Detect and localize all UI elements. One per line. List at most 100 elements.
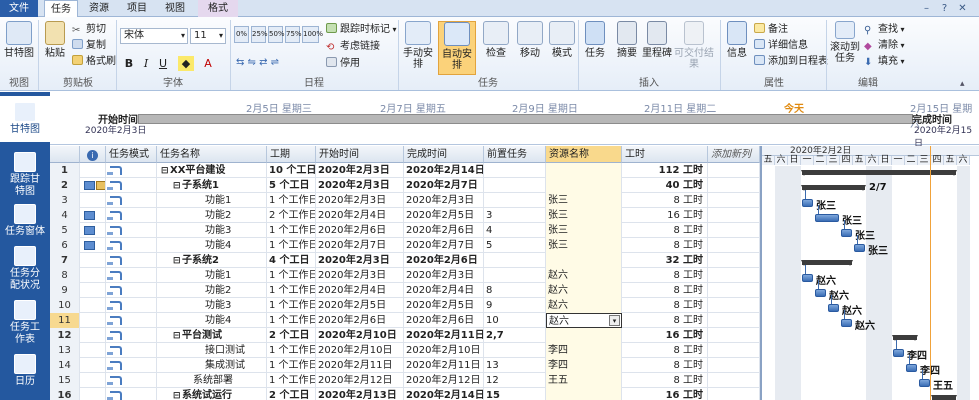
add-column-cell[interactable]	[708, 178, 760, 193]
dropdown-arrow-icon[interactable]: ▾	[609, 315, 620, 326]
table-row[interactable]: 10 功能3 1 个工作日 2020年2月5日 2020年2月5日 9 赵六 8 工时	[50, 298, 760, 313]
add-column-cell[interactable]	[708, 388, 760, 400]
finish-cell[interactable]: 2020年2月10日	[404, 343, 484, 358]
task-name-cell[interactable]: 功能4	[157, 313, 267, 328]
duration-cell[interactable]: 5 个工日	[267, 178, 316, 193]
link-tasks-buttons[interactable]: ⇆ ⇋ ⇄ ⇌	[236, 55, 279, 70]
start-cell[interactable]: 2020年2月3日	[316, 193, 404, 208]
task-bar[interactable]	[841, 229, 852, 237]
row-id[interactable]: 9	[50, 283, 80, 298]
task-bar[interactable]	[854, 244, 865, 252]
duration-cell[interactable]: 1 个工作日	[267, 298, 316, 313]
summary-bar[interactable]	[931, 395, 957, 400]
finish-cell[interactable]: 2020年2月6日	[404, 313, 484, 328]
deliverable-button[interactable]: 可交付结果	[672, 21, 716, 75]
row-id[interactable]: 7	[50, 253, 80, 268]
work-cell[interactable]: 16 工时	[622, 328, 708, 343]
duration-cell[interactable]: 1 个工作日	[267, 238, 316, 253]
summary-bar[interactable]	[801, 170, 957, 176]
tab-resource[interactable]: 资源	[82, 0, 116, 17]
finish-cell[interactable]: 2020年2月11日	[404, 328, 484, 343]
start-cell[interactable]: 2020年2月4日	[316, 208, 404, 223]
start-cell[interactable]: 2020年2月10日	[316, 328, 404, 343]
task-mode-cell[interactable]	[106, 313, 157, 328]
table-row[interactable]: 4 功能2 2 个工作日 2020年2月4日 2020年2月5日 3 张三 16 工时	[50, 208, 760, 223]
move-button[interactable]: 移动	[514, 21, 546, 75]
row-id[interactable]: 3	[50, 193, 80, 208]
add-column-cell[interactable]	[708, 193, 760, 208]
task-name-cell[interactable]: 功能4	[157, 238, 267, 253]
task-name-cell[interactable]: ⊟子系统2	[157, 253, 267, 268]
cut-button[interactable]: ✂ 剪切	[72, 22, 106, 37]
collapse-toggle-icon[interactable]: ⊟	[161, 164, 170, 178]
start-cell[interactable]: 2020年2月12日	[316, 373, 404, 388]
task-name-cell[interactable]: 集成测试	[157, 358, 267, 373]
column-header-name[interactable]: 任务名称	[157, 146, 267, 163]
task-bar[interactable]	[841, 319, 852, 327]
work-cell[interactable]: 112 工时	[622, 163, 708, 178]
task-mode-cell[interactable]	[106, 193, 157, 208]
sidebar-item-calendar[interactable]: 日历	[0, 354, 50, 388]
duration-cell[interactable]: 1 个工作日	[267, 373, 316, 388]
task-name-cell[interactable]: 功能3	[157, 298, 267, 313]
finish-cell[interactable]: 2020年2月4日	[404, 283, 484, 298]
start-cell[interactable]: 2020年2月5日	[316, 298, 404, 313]
row-id[interactable]: 13	[50, 343, 80, 358]
sidebar-item-task-sheet[interactable]: 任务工作表	[0, 300, 50, 346]
task-name-cell[interactable]: 接口测试	[157, 343, 267, 358]
column-header-start[interactable]: 开始时间	[316, 146, 404, 163]
pct-100-button[interactable]: 100%	[302, 26, 323, 43]
resource-cell[interactable]: 张三	[546, 223, 622, 238]
finish-cell[interactable]: 2020年2月5日	[404, 208, 484, 223]
predecessors-cell[interactable]: 4	[484, 223, 546, 238]
task-bar[interactable]	[906, 364, 917, 372]
table-row[interactable]: 9 功能2 1 个工作日 2020年2月4日 2020年2月4日 8 赵六 8 工时	[50, 283, 760, 298]
highlight-color-icon[interactable]: ◆	[178, 56, 194, 71]
collapse-toggle-icon[interactable]: ⊟	[173, 389, 182, 400]
work-cell[interactable]: 8 工时	[622, 268, 708, 283]
start-cell[interactable]: 2020年2月3日	[316, 178, 404, 193]
add-column-cell[interactable]	[708, 238, 760, 253]
duration-cell[interactable]: 4 个工日	[267, 253, 316, 268]
task-mode-cell[interactable]	[106, 178, 157, 193]
collapse-ribbon-icon[interactable]: ▴	[960, 79, 965, 89]
italic-button[interactable]: I	[139, 56, 153, 71]
start-cell[interactable]: 2020年2月6日	[316, 313, 404, 328]
gantt-chart-button[interactable]: 甘特图	[2, 21, 36, 75]
table-row[interactable]: 11 功能4 1 个工作日 2020年2月6日 2020年2月6日 10 赵六 ▾ 8 工时	[50, 313, 760, 328]
add-column-cell[interactable]	[708, 328, 760, 343]
predecessors-cell[interactable]: 15	[484, 388, 546, 400]
finish-cell[interactable]: 2020年2月3日	[404, 193, 484, 208]
task-bar[interactable]	[802, 199, 813, 207]
row-id[interactable]: 6	[50, 238, 80, 253]
task-mode-cell[interactable]	[106, 163, 157, 178]
collapse-toggle-icon[interactable]: ⊟	[173, 254, 182, 268]
row-id[interactable]: 1	[50, 163, 80, 178]
sidebar-item-task-form[interactable]: 任务窗体	[0, 204, 50, 238]
predecessors-cell[interactable]: 9	[484, 298, 546, 313]
sidebar-item-task-usage[interactable]: 任务分配状况	[0, 246, 50, 292]
clear-button[interactable]: ◆ 清除 ▾	[864, 38, 905, 53]
work-cell[interactable]: 32 工时	[622, 253, 708, 268]
task-mode-cell[interactable]	[106, 388, 157, 400]
sidebar-item-gantt[interactable]: 甘特图	[0, 96, 50, 142]
tab-view[interactable]: 视图	[158, 0, 192, 17]
task-name-cell[interactable]: 功能1	[157, 193, 267, 208]
resource-cell[interactable]: 张三	[546, 193, 622, 208]
task-bar[interactable]	[893, 349, 904, 357]
column-header-mode[interactable]: 任务模式	[106, 146, 157, 163]
column-header-add-new[interactable]: 添加新列	[708, 146, 760, 163]
font-family-select[interactable]: 宋体 ▾	[120, 28, 188, 44]
task-mode-cell[interactable]	[106, 358, 157, 373]
respect-links-button[interactable]: ⟲ 考虑链接	[326, 39, 380, 54]
column-header-predecessors[interactable]: 前置任务	[484, 146, 546, 163]
tab-file[interactable]: 文件	[0, 0, 38, 17]
auto-schedule-button[interactable]: 自动安排	[438, 21, 476, 75]
row-id[interactable]: 11	[50, 313, 80, 328]
row-id[interactable]: 15	[50, 373, 80, 388]
work-cell[interactable]: 8 工时	[622, 238, 708, 253]
fill-button[interactable]: ⬇ 填充 ▾	[864, 54, 905, 69]
column-header-work[interactable]: 工时	[622, 146, 708, 163]
predecessors-cell[interactable]: 3	[484, 208, 546, 223]
help-icon[interactable]: ?	[938, 2, 951, 15]
